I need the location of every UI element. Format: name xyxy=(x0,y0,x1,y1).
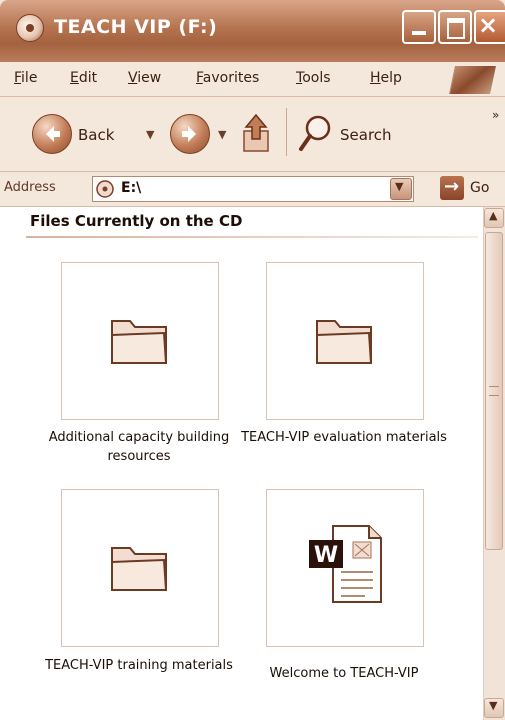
folder-label[interactable]: TEACH-VIP evaluation materials xyxy=(234,428,454,447)
chevron-down-icon: ▼ xyxy=(395,180,404,193)
chevron-down-icon: ▼ xyxy=(489,699,498,712)
back-arrow-icon xyxy=(46,126,60,142)
address-dropdown-button[interactable]: ▼ xyxy=(390,178,412,200)
window-title: TEACH VIP (F:) xyxy=(54,16,218,38)
menu-tools[interactable]: Tools xyxy=(296,70,331,86)
go-label[interactable]: Go xyxy=(470,180,489,196)
menu-file[interactable]: File xyxy=(14,70,37,86)
folder-label[interactable]: Additional capacity building resources xyxy=(29,428,249,466)
scroll-up-button[interactable]: ▲ xyxy=(484,208,504,228)
search-button-label[interactable]: Search xyxy=(340,126,392,144)
menu-favorites[interactable]: Favorites xyxy=(196,70,259,86)
section-divider xyxy=(26,236,478,238)
scroll-down-button[interactable]: ▼ xyxy=(484,698,504,718)
folder-tile[interactable] xyxy=(266,262,424,420)
back-dropdown-icon[interactable]: ▼ xyxy=(146,128,154,141)
minimize-button[interactable] xyxy=(402,10,436,44)
svg-text:W: W xyxy=(314,543,338,568)
folder-tile[interactable] xyxy=(61,489,219,647)
menu-help[interactable]: Help xyxy=(370,70,402,86)
folder-icon xyxy=(111,547,168,591)
menu-bar: File Edit View Favorites Tools Help xyxy=(0,62,505,97)
forward-arrow-icon xyxy=(182,126,196,142)
document-tile[interactable]: W xyxy=(266,489,424,647)
cd-drive-icon xyxy=(95,179,115,203)
up-folder-icon[interactable] xyxy=(240,113,274,159)
close-button[interactable]: × xyxy=(474,10,505,44)
back-button[interactable] xyxy=(32,114,72,154)
toolbar-separator xyxy=(286,108,287,156)
folder-tile[interactable] xyxy=(61,262,219,420)
go-button[interactable]: → xyxy=(440,176,464,200)
section-title: Files Currently on the CD xyxy=(30,212,243,230)
toolbar-overflow-icon[interactable]: » xyxy=(492,108,499,122)
document-label[interactable]: Welcome to TEACH-VIP xyxy=(234,664,454,683)
word-document-icon: W xyxy=(309,525,382,603)
scrollbar-grip-icon xyxy=(489,386,499,396)
maximize-button[interactable] xyxy=(438,10,472,44)
forward-button[interactable] xyxy=(170,114,210,154)
search-icon[interactable] xyxy=(298,113,334,157)
title-bar[interactable]: TEACH VIP (F:) × xyxy=(0,0,505,62)
back-label[interactable]: Back xyxy=(78,126,114,144)
address-bar: Address E:\ xyxy=(0,172,505,207)
address-label: Address xyxy=(4,180,56,195)
address-input[interactable]: E:\ xyxy=(92,176,414,202)
close-icon: × xyxy=(478,11,499,39)
go-arrow-icon: → xyxy=(444,176,460,197)
chevron-up-icon: ▲ xyxy=(489,209,498,222)
cd-drive-icon xyxy=(16,14,44,42)
address-value: E:\ xyxy=(121,180,142,196)
menu-view[interactable]: View xyxy=(128,70,161,86)
folder-icon xyxy=(316,320,373,364)
windows-flag-icon xyxy=(449,66,496,94)
folder-label[interactable]: TEACH-VIP training materials xyxy=(29,656,249,675)
folder-icon xyxy=(111,320,168,364)
forward-dropdown-icon[interactable]: ▼ xyxy=(218,128,226,141)
menu-edit[interactable]: Edit xyxy=(70,70,97,86)
explorer-window: TEACH VIP (F:) × File Edit View Favorite… xyxy=(0,0,505,720)
